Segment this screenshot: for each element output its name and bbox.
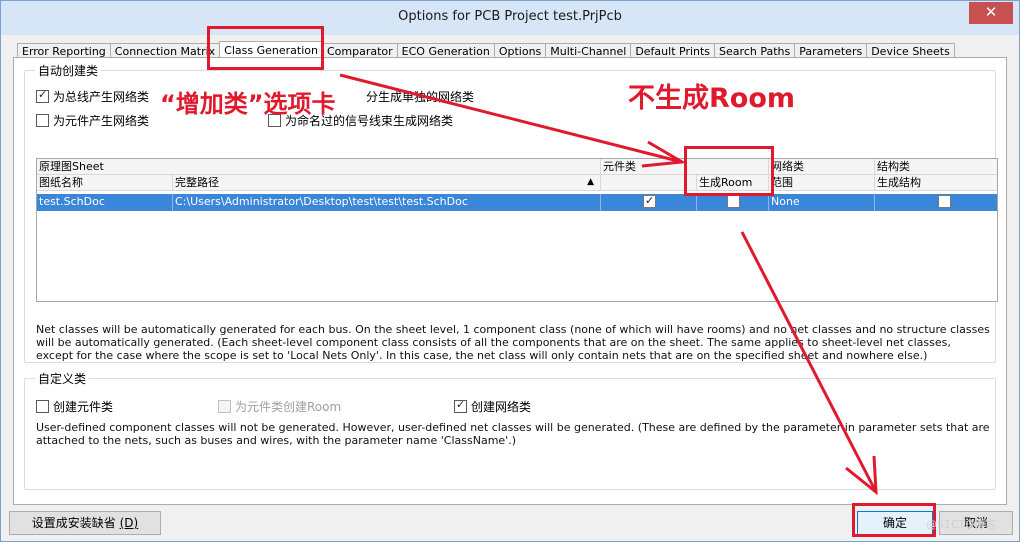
watermark: @51CTO博客 bbox=[926, 518, 997, 531]
arrow-to-ok-button bbox=[740, 231, 878, 496]
annotation-arrows bbox=[339, 73, 878, 496]
arrow-to-room-column bbox=[339, 73, 687, 168]
